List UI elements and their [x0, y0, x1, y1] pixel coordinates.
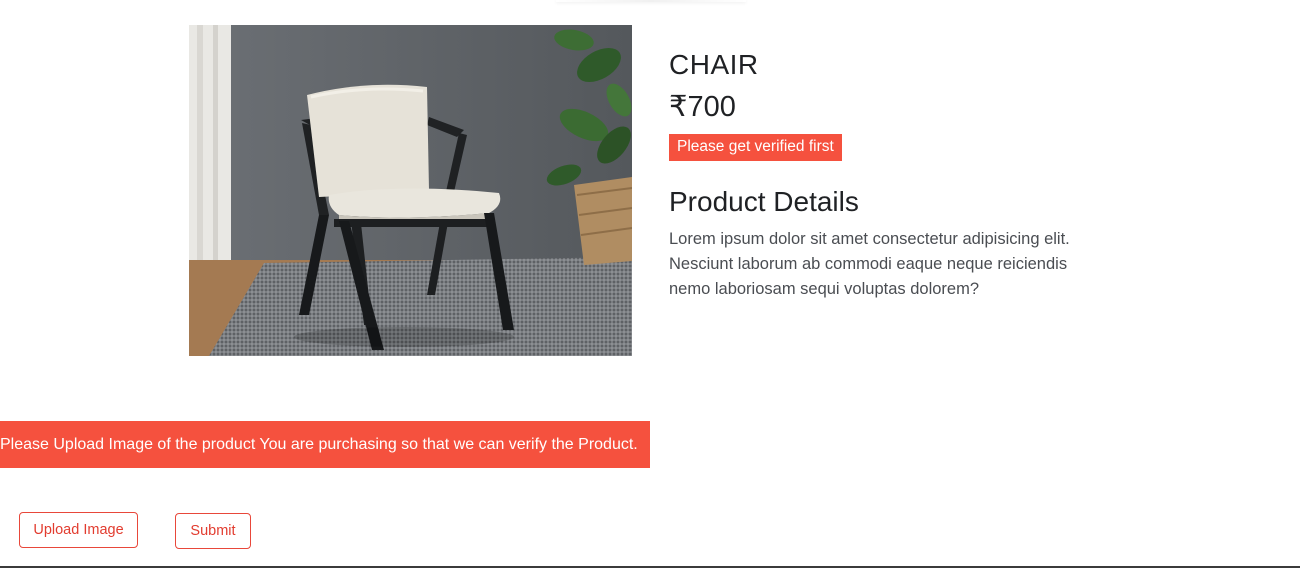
header-shadow — [556, 0, 746, 2]
product-page: CHAIR ₹700 Please get verified first Pro… — [0, 0, 1300, 568]
product-info: CHAIR ₹700 Please get verified first Pro… — [669, 48, 1109, 302]
product-name: CHAIR — [669, 49, 759, 80]
product-image — [189, 25, 632, 356]
submit-button[interactable]: Submit — [175, 513, 251, 549]
product-price: ₹700 — [669, 91, 736, 123]
upload-instruction-banner: Please Upload Image of the product You a… — [0, 421, 650, 468]
product-details-heading: Product Details — [669, 186, 859, 217]
upload-image-button[interactable]: Upload Image — [19, 512, 138, 548]
verification-status-badge: Please get verified first — [669, 134, 842, 161]
product-details-text: Lorem ipsum dolor sit amet consectetur a… — [669, 230, 1070, 298]
